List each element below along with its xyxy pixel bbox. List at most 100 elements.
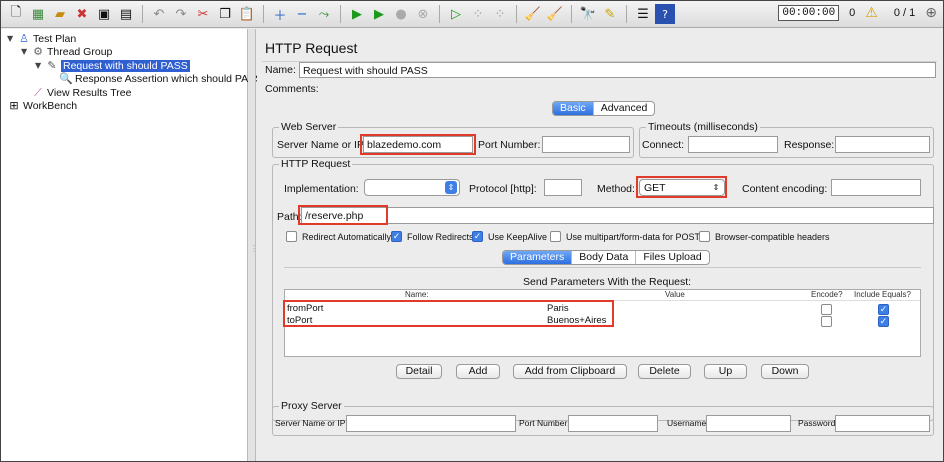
response-timeout-field[interactable] <box>835 136 930 153</box>
close-icon[interactable]: ✖ <box>72 4 92 24</box>
expand-toggle-icon[interactable]: ▼ <box>7 34 17 43</box>
tree-node-label: Thread Group <box>47 45 113 58</box>
save-as-icon[interactable]: ▤ <box>116 4 136 24</box>
table-row[interactable]: toPort Buenos+Aires ✓ <box>285 315 920 327</box>
remote-start-icon[interactable]: ▷ <box>446 4 466 24</box>
warning-icon[interactable]: ⚠ <box>865 5 878 21</box>
checkbox-unchecked-icon <box>699 231 710 242</box>
proxy-server-field[interactable] <box>346 415 516 432</box>
protocol-label: Protocol [http]: <box>469 183 537 195</box>
cut-icon[interactable]: ✂ <box>193 4 213 24</box>
browser-compatible-headers-checkbox[interactable]: Browser-compatible headers <box>699 231 830 242</box>
name-field[interactable]: Request with should PASS <box>299 62 936 78</box>
tab-body-data[interactable]: Body Data <box>572 251 637 264</box>
server-name-label: Server Name or IP: <box>277 139 367 151</box>
checkbox-unchecked-icon[interactable] <box>821 316 832 327</box>
protocol-field[interactable] <box>544 179 582 196</box>
multipart-form-data-checkbox[interactable]: Use multipart/form-data for POST <box>550 231 700 242</box>
tree-node-test-plan[interactable]: ▼ ♙ Test Plan <box>7 32 76 45</box>
expand-toggle-icon[interactable]: ▼ <box>35 61 45 70</box>
content-encoding-label: Content encoding: <box>742 183 828 195</box>
collapse-icon[interactable]: − <box>292 4 312 24</box>
column-name: Name: <box>405 290 429 299</box>
add-button[interactable]: Add <box>456 364 500 379</box>
checkbox-unchecked-icon[interactable] <box>821 304 832 315</box>
clear-icon[interactable]: 🧹 <box>523 4 543 24</box>
detail-button[interactable]: Detail <box>396 364 442 379</box>
tree-node-view-results-tree[interactable]: ⟋ View Results Tree <box>31 86 131 99</box>
implementation-select[interactable]: ⇕ <box>364 179 460 196</box>
expand-toggle-icon[interactable]: ▼ <box>21 47 31 56</box>
param-name[interactable]: fromPort <box>287 303 323 314</box>
port-number-field[interactable] <box>542 136 630 153</box>
content-encoding-field[interactable] <box>831 179 921 196</box>
tree-node-thread-group[interactable]: ▼ ⚙ Thread Group <box>21 45 112 58</box>
paste-icon[interactable]: 📋 <box>237 4 257 24</box>
method-select[interactable]: GET ⇕ <box>639 179 725 196</box>
toolbar-separator <box>571 5 572 23</box>
templates-icon[interactable]: ▦ <box>28 4 48 24</box>
param-name[interactable]: toPort <box>287 315 312 326</box>
follow-redirects-checkbox[interactable]: ✓ Follow Redirects <box>391 231 474 242</box>
checkbox-checked-icon[interactable]: ✓ <box>878 316 889 327</box>
up-button[interactable]: Up <box>704 364 747 379</box>
start-icon[interactable]: ▶ <box>347 4 367 24</box>
tab-basic[interactable]: Basic <box>553 102 594 115</box>
toolbar-separator <box>263 5 264 23</box>
proxy-password-field[interactable] <box>835 415 930 432</box>
table-row[interactable]: fromPort Paris ✓ <box>285 303 920 315</box>
checkbox-checked-icon: ✓ <box>391 231 402 242</box>
shutdown-icon[interactable]: ⊗ <box>413 4 433 24</box>
basic-advanced-tabs: Basic Advanced <box>552 101 656 116</box>
add-from-clipboard-button[interactable]: Add from Clipboard <box>513 364 627 379</box>
split-pane-divider[interactable]: ⋮ <box>248 29 258 461</box>
path-field[interactable]: /reserve.php <box>301 207 934 224</box>
proxy-username-field[interactable] <box>706 415 791 432</box>
param-value[interactable]: Buenos+Aires <box>547 315 606 326</box>
checkbox-checked-icon[interactable]: ✓ <box>878 304 889 315</box>
search-icon[interactable]: 🔭 <box>578 4 598 24</box>
connect-timeout-field[interactable] <box>688 136 778 153</box>
tree-node-label: WorkBench <box>23 99 78 112</box>
proxy-port-label: Port Number: <box>519 418 570 428</box>
help-icon[interactable]: ? <box>655 4 675 24</box>
http-request-panel: HTTP Request Name: Request with should P… <box>257 29 943 461</box>
checkbox-label: Use multipart/form-data for POST <box>566 231 701 242</box>
copy-icon[interactable]: ❐ <box>215 4 235 24</box>
proxy-port-field[interactable] <box>568 415 658 432</box>
expand-icon[interactable]: ＋ <box>270 4 290 24</box>
column-value: Value <box>665 290 685 299</box>
tree-node-response-assertion[interactable]: 🔍 Response Assertion which should PASS <box>59 72 262 85</box>
new-icon[interactable]: 🗋 <box>6 4 26 24</box>
stop-icon[interactable]: ● <box>391 4 411 24</box>
tab-advanced[interactable]: Advanced <box>594 102 655 115</box>
proxy-username-label: Username <box>667 418 707 428</box>
redo-icon[interactable]: ↷ <box>171 4 191 24</box>
open-icon[interactable]: ▰ <box>50 4 70 24</box>
delete-button[interactable]: Delete <box>638 364 691 379</box>
tree-node-request[interactable]: ▼ ✎ Request with should PASS <box>35 59 190 72</box>
redirect-automatically-checkbox[interactable]: Redirect Automatically <box>286 231 391 242</box>
remote-stop-icon[interactable]: ⁘ <box>468 4 488 24</box>
clear-all-icon[interactable]: 🧹 <box>545 4 565 24</box>
http-request-group-title: HTTP Request <box>279 158 353 170</box>
toolbar-separator <box>142 5 143 23</box>
tab-parameters[interactable]: Parameters <box>503 251 573 264</box>
pipette-icon: ✎ <box>47 59 57 72</box>
undo-icon[interactable]: ↶ <box>149 4 169 24</box>
use-keepalive-checkbox[interactable]: ✓ Use KeepAlive <box>472 231 547 242</box>
save-icon[interactable]: ▣ <box>94 4 114 24</box>
reset-search-icon[interactable]: ✎ <box>600 4 620 24</box>
toggle-icon[interactable]: ⤳ <box>314 4 334 24</box>
server-name-field[interactable]: blazedemo.com <box>363 136 473 153</box>
elapsed-timer: 00:00:00 <box>778 5 840 21</box>
start-no-pause-icon[interactable]: ▶ <box>369 4 389 24</box>
remote-shutdown-icon[interactable]: ⁘ <box>490 4 510 24</box>
tab-files-upload[interactable]: Files Upload <box>636 251 708 264</box>
tree-node-workbench[interactable]: ⊞ WorkBench <box>7 99 77 112</box>
param-value[interactable]: Paris <box>547 303 569 314</box>
status-area: 00:00:00 0 ⚠ 0 / 1 ⊕ <box>778 5 937 21</box>
chevron-updown-icon: ⇕ <box>445 181 457 194</box>
function-helper-icon[interactable]: ☰ <box>633 4 653 24</box>
down-button[interactable]: Down <box>761 364 809 379</box>
